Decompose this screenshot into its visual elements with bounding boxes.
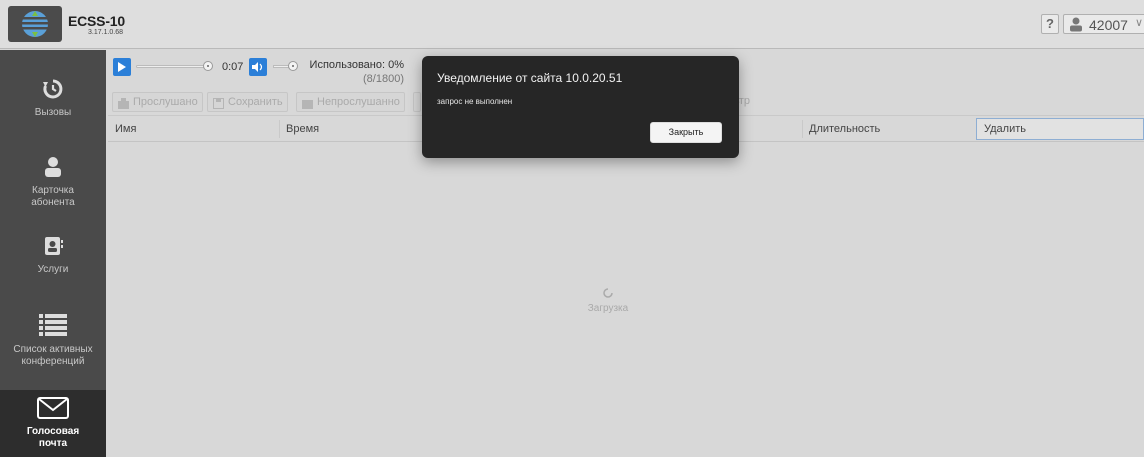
column-delete[interactable]: Удалить xyxy=(976,118,1144,140)
save-button[interactable]: Сохранить xyxy=(207,92,288,112)
storage-used-label: Использовано: 0% xyxy=(309,59,404,71)
site-notification-dialog: Уведомление от сайта 10.0.20.51 запрос н… xyxy=(422,56,739,158)
storage-usage: Использовано: 0% (8/1800) xyxy=(304,58,404,86)
storage-used-count: (8/1800) xyxy=(363,73,404,85)
sidebar-item-voicemail[interactable]: Голосовая почта xyxy=(0,390,106,457)
list-icon xyxy=(0,313,106,341)
loading-indicator: Загрузка xyxy=(558,288,658,314)
save-label: Сохранить xyxy=(228,96,283,108)
spinner-icon xyxy=(558,288,658,301)
playback-track[interactable] xyxy=(136,65,208,68)
envelope-icon xyxy=(302,97,313,115)
speaker-icon xyxy=(252,62,263,72)
mark-unlistened-label: Непрослушанно xyxy=(317,96,400,108)
sidebar: Вызовы Карточка абонента Услуги Список а… xyxy=(0,50,106,457)
volume-slider-handle[interactable] xyxy=(288,61,298,71)
column-divider xyxy=(279,120,280,138)
volume-button[interactable] xyxy=(249,58,267,76)
mark-unlistened-button[interactable]: Непрослушанно xyxy=(296,92,405,112)
ecss-logo xyxy=(8,6,62,42)
column-time[interactable]: Время xyxy=(286,123,319,135)
column-divider xyxy=(802,120,803,138)
mark-listened-button[interactable]: Прослушано xyxy=(112,92,203,112)
column-name[interactable]: Имя xyxy=(115,123,136,135)
user-number: 42007 xyxy=(1089,17,1128,33)
play-button[interactable] xyxy=(113,58,131,76)
sidebar-item-label: Вызовы xyxy=(34,107,72,118)
app-version: 3.17.1.0.68 xyxy=(88,29,124,36)
column-duration[interactable]: Длительность xyxy=(809,123,880,135)
sidebar-item-subscriber-card[interactable]: Карточка абонента xyxy=(0,156,106,209)
dialog-message: запрос не выполнен xyxy=(437,97,513,106)
sidebar-item-calls[interactable]: Вызовы xyxy=(0,78,106,119)
dialog-title: Уведомление от сайта 10.0.20.51 xyxy=(437,71,623,85)
playback-slider-handle[interactable] xyxy=(203,61,213,71)
envelope-icon xyxy=(0,397,106,423)
column-delete-label: Удалить xyxy=(984,123,1026,135)
sidebar-item-conferences[interactable]: Список активных конференций xyxy=(0,313,106,368)
user-menu-button[interactable]: 42007 ∨ xyxy=(1063,14,1144,34)
help-button[interactable]: ? xyxy=(1041,14,1059,34)
loading-label: Загрузка xyxy=(587,303,629,314)
play-icon xyxy=(118,62,126,72)
floppy-icon xyxy=(213,97,224,115)
sidebar-item-label: Карточка абонента xyxy=(31,185,75,208)
app-title: ECSS-10 xyxy=(68,13,125,29)
person-icon xyxy=(0,156,106,182)
app-window: ECSS-10 3.17.1.0.68 ? 42007 ∨ Вызовы Кар… xyxy=(0,0,1144,457)
toolbar-hidden-button[interactable] xyxy=(413,92,421,112)
contact-card-icon xyxy=(0,235,106,261)
history-icon xyxy=(0,78,106,104)
sidebar-item-label: Голосовая почта xyxy=(26,426,80,449)
top-header: ECSS-10 3.17.1.0.68 ? 42007 ∨ xyxy=(0,0,1144,49)
chevron-down-icon[interactable]: ∨ xyxy=(1135,16,1143,29)
sidebar-item-label: Услуги xyxy=(37,264,69,275)
playback-time: 0:07 xyxy=(222,61,244,73)
user-icon xyxy=(1068,16,1084,35)
mark-listened-label: Прослушано xyxy=(133,96,198,108)
sidebar-item-services[interactable]: Услуги xyxy=(0,235,106,276)
dialog-close-button[interactable]: Закрыть xyxy=(650,122,722,143)
sidebar-item-label: Список активных конференций xyxy=(13,344,93,367)
inbox-icon xyxy=(118,97,129,115)
